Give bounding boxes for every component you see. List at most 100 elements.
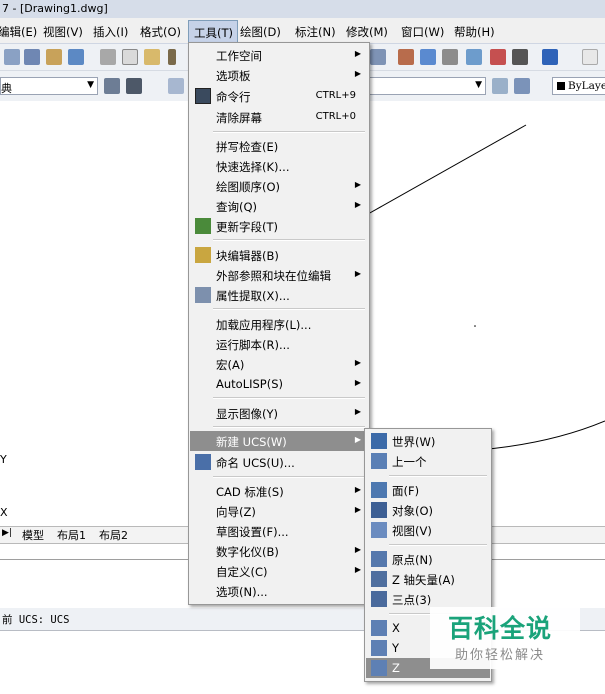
submenu-arrow-icon: ▶ — [354, 505, 361, 514]
print-icon[interactable] — [46, 49, 62, 65]
menu-item-load-application[interactable]: 加载应用程序(L)... — [190, 314, 368, 334]
layer-previous-icon[interactable] — [514, 78, 530, 94]
menu-item-autolisp[interactable]: AutoLISP(S) ▶ — [190, 374, 368, 394]
match-properties-icon[interactable] — [168, 49, 176, 65]
drawn-line — [367, 124, 527, 215]
menu-item-label: 视图(V) — [392, 524, 432, 538]
save-workspace-icon[interactable] — [126, 78, 142, 94]
menu-item-label: Y — [392, 641, 400, 655]
cut-icon[interactable] — [100, 49, 116, 65]
tool-palettes-icon[interactable] — [442, 49, 458, 65]
menu-item-label: 查询(Q) — [216, 200, 258, 214]
ucs-object-icon — [371, 502, 387, 518]
copy-icon[interactable] — [122, 49, 138, 65]
menu-item-drafting-settings[interactable]: 草图设置(F)... — [190, 521, 368, 541]
menu-item-customize[interactable]: 自定义(C) ▶ — [190, 561, 368, 581]
menu-draw[interactable]: 绘图(D) — [240, 24, 281, 40]
menu-tools-label: 工具(T) — [194, 26, 233, 40]
menu-separator — [213, 131, 365, 133]
menu-item-label: 对象(O) — [392, 504, 434, 518]
tab-layout1[interactable]: 布局1 — [57, 527, 86, 543]
menu-modify[interactable]: 修改(M) — [346, 24, 388, 40]
menu-item-label: 加载应用程序(L)... — [216, 318, 312, 332]
menu-insert[interactable]: 插入(I) — [93, 24, 128, 40]
ucs-view[interactable]: 视图(V) — [366, 520, 490, 540]
menu-item-label: 向导(Z) — [216, 505, 256, 519]
zoom-icon[interactable] — [370, 49, 386, 65]
menu-item-clean-screen[interactable]: 清除屏幕 CTRL+0 — [190, 107, 368, 127]
calculator-icon[interactable] — [512, 49, 528, 65]
menu-item-cad-standards[interactable]: CAD 标准(S) ▶ — [190, 481, 368, 501]
menu-item-attribute-extract[interactable]: 属性提取(X)... — [190, 285, 368, 305]
menu-item-macro[interactable]: 宏(A) ▶ — [190, 354, 368, 374]
ucs-origin[interactable]: 原点(N) — [366, 549, 490, 569]
markup-icon[interactable] — [490, 49, 506, 65]
menu-item-label: 清除屏幕 — [216, 111, 262, 125]
ucs-three-point-icon — [371, 591, 387, 607]
design-center-icon[interactable] — [420, 49, 436, 65]
ucs-world[interactable]: 世界(W) — [366, 431, 490, 451]
submenu-arrow-icon: ▶ — [354, 69, 361, 78]
sheet-set-icon[interactable] — [466, 49, 482, 65]
submenu-arrow-icon: ▶ — [354, 378, 361, 387]
menu-item-block-editor[interactable]: 块编辑器(B) — [190, 245, 368, 265]
ucs-view-icon — [371, 522, 387, 538]
ucs-object[interactable]: 对象(O) — [366, 500, 490, 520]
menu-separator — [389, 544, 487, 546]
ucs-z-axis-vector[interactable]: Z 轴矢量(A) — [366, 569, 490, 589]
layer-manager-icon[interactable] — [168, 78, 184, 94]
color-combo[interactable]: ByLaye — [552, 77, 605, 95]
menu-item-options[interactable]: 选项(N)... — [190, 581, 368, 601]
menu-item-draw-order[interactable]: 绘图顺序(O) ▶ — [190, 176, 368, 196]
menu-item-display-image[interactable]: 显示图像(Y) ▶ — [190, 403, 368, 423]
menu-help[interactable]: 帮助(H) — [454, 24, 495, 40]
ucs-three-point[interactable]: 三点(3) — [366, 589, 490, 609]
menu-item-workspaces[interactable]: 工作空间 ▶ — [190, 45, 368, 65]
open-icon[interactable] — [4, 49, 20, 65]
ucs-face[interactable]: 面(F) — [366, 480, 490, 500]
menu-item-label: 命名 UCS(U)... — [216, 456, 295, 470]
menu-dimension[interactable]: 标注(N) — [295, 24, 336, 40]
menu-item-label: CAD 标准(S) — [216, 485, 284, 499]
menu-item-inquiry[interactable]: 查询(Q) ▶ — [190, 196, 368, 216]
save-icon[interactable] — [24, 49, 40, 65]
menu-item-quick-select[interactable]: 快速选择(K)... — [190, 156, 368, 176]
menu-tools[interactable]: 工具(T) — [188, 20, 238, 44]
menu-item-palettes[interactable]: 选项板 ▶ — [190, 65, 368, 85]
layer-combo[interactable]: ▼ — [368, 77, 486, 95]
menu-item-run-script[interactable]: 运行脚本(R)... — [190, 334, 368, 354]
menu-item-new-ucs[interactable]: 新建 UCS(W) ▶ — [190, 431, 368, 451]
menu-item-wizards[interactable]: 向导(Z) ▶ — [190, 501, 368, 521]
help-icon[interactable] — [542, 49, 558, 65]
properties-icon[interactable] — [398, 49, 414, 65]
ucs-world-icon — [371, 433, 387, 449]
menu-item-tablet[interactable]: 数字化仪(B) ▶ — [190, 541, 368, 561]
paste-icon[interactable] — [144, 49, 160, 65]
workspace-settings-icon[interactable] — [104, 78, 120, 94]
menu-edit[interactable]: 编辑(E) — [0, 24, 37, 40]
dropdown-arrow-icon: ▼ — [475, 80, 482, 90]
menu-window[interactable]: 窗口(W) — [401, 24, 444, 40]
menu-item-command-line[interactable]: 命令行 CTRL+9 — [190, 86, 368, 106]
publish-icon[interactable] — [68, 49, 84, 65]
menu-format[interactable]: 格式(O) — [140, 24, 181, 40]
tab-model[interactable]: 模型 — [22, 527, 44, 543]
submenu-arrow-icon: ▶ — [354, 545, 361, 554]
menu-view[interactable]: 视图(V) — [43, 24, 83, 40]
ucs-previous[interactable]: 上一个 — [366, 451, 490, 471]
menu-separator — [213, 426, 365, 428]
menu-separator — [213, 397, 365, 399]
tab-layout2[interactable]: 布局2 — [99, 527, 128, 543]
menu-item-label: 拼写检查(E) — [216, 140, 279, 154]
menu-item-update-fields[interactable]: 更新字段(T) — [190, 216, 368, 236]
tab-scroll-icon[interactable]: ▶| — [2, 528, 12, 538]
workspace-combo[interactable]: 典 ▼ — [0, 77, 98, 95]
menu-item-xref-edit[interactable]: 外部参照和块在位编辑 ▶ — [190, 265, 368, 285]
menu-item-label: 选项板 — [216, 69, 251, 83]
menu-item-spell-check[interactable]: 拼写检查(E) — [190, 136, 368, 156]
make-layer-current-icon[interactable] — [492, 78, 508, 94]
menu-separator — [213, 239, 365, 241]
attribute-extract-icon — [195, 287, 211, 303]
text-style-icon[interactable] — [582, 49, 598, 65]
menu-item-named-ucs[interactable]: 命名 UCS(U)... — [190, 452, 368, 472]
